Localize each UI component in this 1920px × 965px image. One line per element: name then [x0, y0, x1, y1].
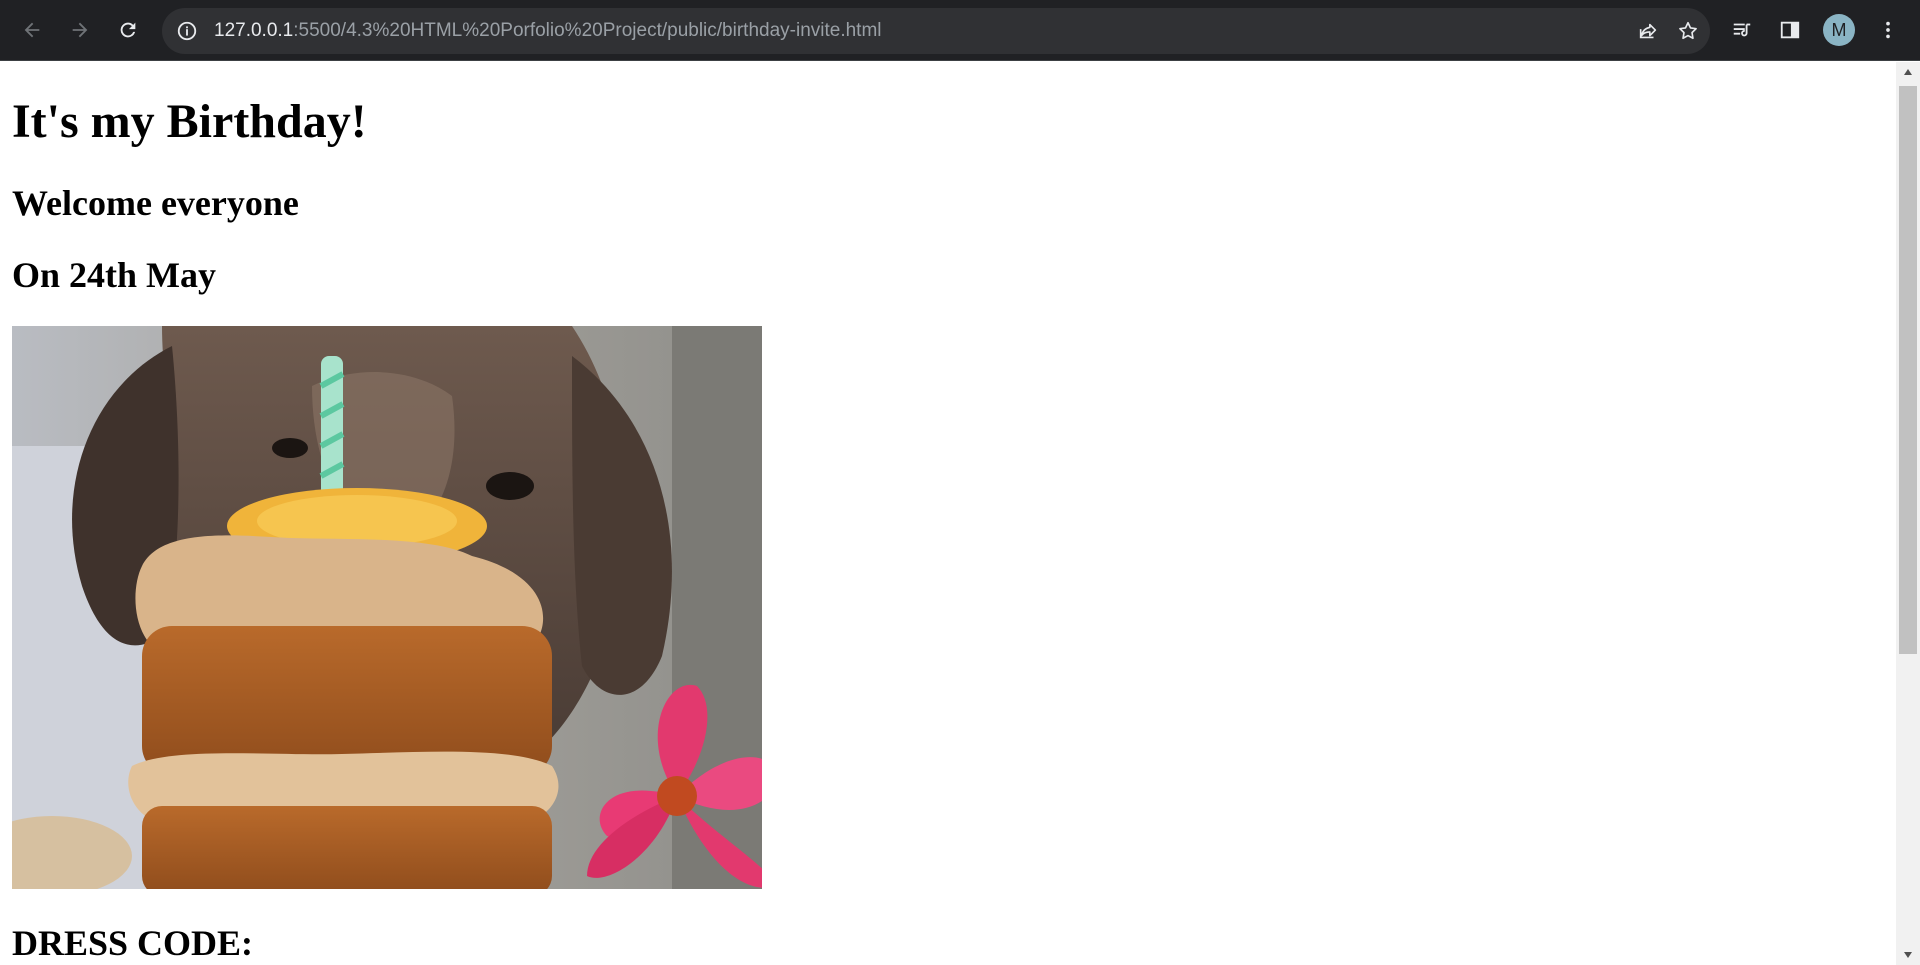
page-viewport: It's my Birthday! Welcome everyone On 24…	[0, 62, 1896, 965]
forward-button[interactable]	[64, 14, 96, 46]
star-icon	[1679, 21, 1697, 40]
birthday-dog-cake-image	[12, 326, 762, 889]
profile-avatar[interactable]: M	[1823, 14, 1855, 46]
dress-code-heading: DRESS CODE:	[12, 923, 254, 963]
scroll-down-button[interactable]	[1896, 945, 1920, 965]
bookmark-button[interactable]	[1672, 15, 1704, 47]
reading-list-button[interactable]	[1726, 14, 1758, 46]
side-panel-icon	[1780, 21, 1800, 39]
page-title: It's my Birthday!	[12, 95, 367, 148]
url-host: 127.0.0.1	[214, 20, 294, 41]
welcome-heading: Welcome everyone	[12, 183, 299, 223]
date-heading: On 24th May	[12, 255, 217, 295]
reload-icon	[120, 22, 136, 38]
scrollbar-thumb[interactable]	[1899, 86, 1917, 654]
triangle-down-icon	[1904, 952, 1912, 958]
scroll-up-button[interactable]	[1896, 62, 1920, 82]
address-bar[interactable]: 127.0.0.1:5500/4.3%20HTML%20Porfolio%20P…	[162, 8, 1710, 54]
info-icon[interactable]	[176, 20, 198, 42]
kebab-menu-icon	[1886, 21, 1890, 39]
arrow-right-icon	[72, 22, 88, 38]
menu-button[interactable]	[1872, 14, 1904, 46]
vertical-scrollbar[interactable]	[1896, 62, 1920, 965]
arrow-left-icon	[24, 22, 40, 38]
url-path: :5500/4.3%20HTML%20Porfolio%20Project/pu…	[293, 20, 882, 41]
share-button[interactable]	[1632, 15, 1664, 47]
url-text[interactable]: 127.0.0.1:5500/4.3%20HTML%20Porfolio%20P…	[214, 8, 882, 54]
browser-toolbar: 127.0.0.1:5500/4.3%20HTML%20Porfolio%20P…	[0, 0, 1920, 61]
triangle-up-icon	[1904, 69, 1912, 75]
reload-button[interactable]	[112, 14, 144, 46]
side-panel-button[interactable]	[1774, 14, 1806, 46]
reading-list-icon	[1733, 23, 1751, 37]
back-button[interactable]	[16, 14, 48, 46]
share-icon	[1639, 23, 1657, 39]
